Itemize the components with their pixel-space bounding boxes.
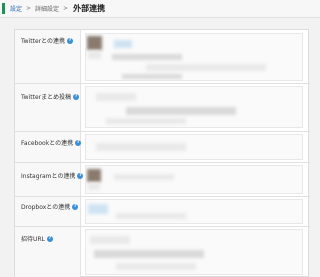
breadcrumb-accent-bar xyxy=(2,3,5,14)
help-icon[interactable]: ? xyxy=(73,93,80,100)
breadcrumb-separator: > xyxy=(26,5,32,12)
row-divider xyxy=(15,83,310,84)
redacted-text xyxy=(106,118,186,124)
redacted-text xyxy=(146,64,266,71)
help-icon[interactable]: ? xyxy=(67,37,74,44)
row-label-text: 招待URL xyxy=(21,236,45,243)
breadcrumb-link-advanced-settings[interactable]: 詳細設定 xyxy=(35,4,59,13)
row-label-invite-url: 招待URL ? xyxy=(21,234,53,243)
row-label-text: Instagramとの連携 xyxy=(21,173,76,180)
row-label-twitter: Twitterとの連携 ? xyxy=(21,36,74,45)
twitter-summary-content xyxy=(85,86,303,128)
row-label-text: Dropboxとの連携 xyxy=(21,204,71,211)
redacted-text xyxy=(116,213,186,219)
facebook-connection-content xyxy=(85,134,303,160)
redacted-block xyxy=(88,51,101,59)
page-title: 外部連携 xyxy=(73,4,106,13)
help-icon[interactable]: ? xyxy=(77,172,84,179)
breadcrumb: 設定 > 詳細設定 > 外部連携 xyxy=(0,0,320,18)
row-divider xyxy=(15,131,310,132)
redacted-text xyxy=(96,143,186,151)
redacted-text xyxy=(114,174,174,180)
dropbox-connection-content xyxy=(85,199,303,224)
row-divider xyxy=(15,196,310,197)
redacted-text xyxy=(126,107,236,115)
redacted-text xyxy=(116,263,196,270)
settings-panel: Twitterとの連携 ? Twitterまとめ投稿 ? Facebookとの連… xyxy=(14,29,310,277)
row-label-twitter-summary: Twitterまとめ投稿 ? xyxy=(21,92,80,101)
row-label-text: Twitterまとめ投稿 xyxy=(21,94,72,101)
redacted-text xyxy=(112,54,182,60)
twitter-connection-content xyxy=(85,33,303,81)
instagram-connection-content xyxy=(85,165,303,194)
twitter-avatar xyxy=(87,36,102,50)
invite-url-content xyxy=(85,229,303,275)
instagram-avatar xyxy=(87,169,101,182)
row-divider xyxy=(15,162,310,163)
redacted-block xyxy=(90,236,130,244)
row-label-text: Twitterとの連携 xyxy=(21,38,66,45)
help-icon[interactable]: ? xyxy=(75,139,82,146)
redacted-text xyxy=(122,74,182,79)
redacted-text xyxy=(94,250,204,258)
redacted-block xyxy=(96,93,136,101)
redacted-block xyxy=(88,204,108,214)
help-icon[interactable]: ? xyxy=(46,235,53,242)
breadcrumb-separator: > xyxy=(63,5,69,12)
row-label-instagram: Instagramとの連携 ? xyxy=(21,171,84,180)
help-icon[interactable]: ? xyxy=(72,203,79,210)
row-divider xyxy=(15,226,310,227)
row-label-text: Facebookとの連携 xyxy=(21,140,74,147)
redacted-block xyxy=(114,40,132,48)
redacted-block xyxy=(88,183,100,190)
row-label-facebook: Facebookとの連携 ? xyxy=(21,138,82,147)
breadcrumb-link-settings[interactable]: 設定 xyxy=(10,4,22,13)
row-label-dropbox: Dropboxとの連携 ? xyxy=(21,202,79,211)
